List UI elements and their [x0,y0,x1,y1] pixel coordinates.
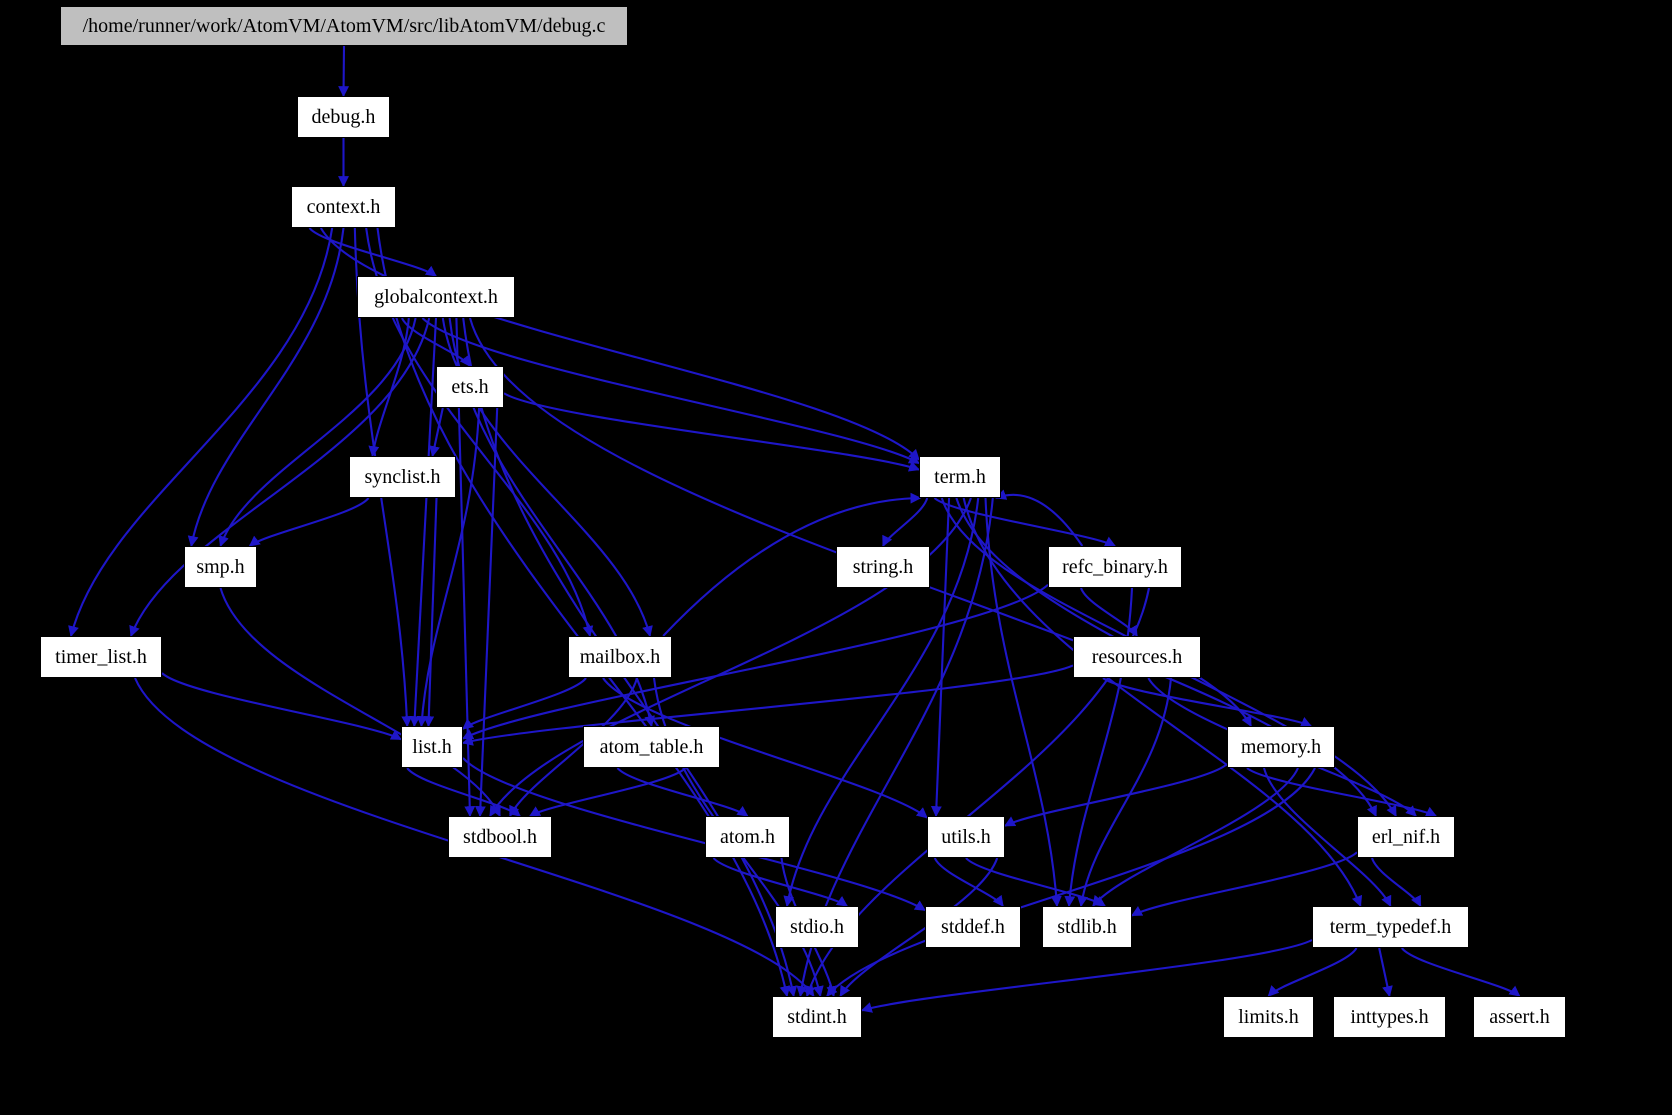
graph-edge-atom-h-to-stdio-h [712,857,848,907]
graph-edge-term-h-to-string-h [882,497,929,547]
graph-node-label: atom_table.h [599,736,704,758]
graph-node-label: stdint.h [787,1006,847,1028]
graph-node-label: erl_nif.h [1371,826,1441,848]
graph-node-stdlib-h[interactable]: stdlib.h [1042,906,1132,948]
graph-edge-ets-h-to-synclist-h [429,407,444,458]
graph-edge-context-h-to-globalcontext-h [308,227,437,277]
graph-node-context-h[interactable]: context.h [291,186,396,228]
graph-node-root[interactable]: /home/runner/work/AtomVM/AtomVM/src/libA… [60,6,628,46]
graph-node-label: mailbox.h [579,646,661,668]
graph-edge-globalcontext-h-to-synclist-h [368,317,410,458]
graph-edge-term-typedef-h-to-assert-h [1400,947,1521,997]
graph-node-synclist-h[interactable]: synclist.h [349,456,456,498]
graph-node-erl-nif-h[interactable]: erl_nif.h [1357,816,1455,858]
graph-node-string-h[interactable]: string.h [836,546,930,588]
graph-edge-context-h-to-term-h [319,227,920,461]
graph-edge-resources-h-to-stdlib-h [1077,677,1173,908]
graph-node-atom-table-h[interactable]: atom_table.h [583,726,720,768]
graph-edge-root-to-debug-h [338,45,350,98]
graph-node-label: term_typedef.h [1329,916,1452,938]
graph-node-label: stdlib.h [1057,916,1117,938]
graph-edge-context-h-to-stdint-h [376,227,791,998]
graph-node-label: smp.h [196,556,245,578]
graph-edge-resources-h-to-memory-h [1102,677,1312,728]
graph-node-label: refc_binary.h [1062,556,1168,578]
graph-node-label: /home/runner/work/AtomVM/AtomVM/src/libA… [82,15,606,37]
graph-node-label: limits.h [1238,1006,1299,1028]
graph-node-label: list.h [412,736,452,758]
graph-edge-list-h-to-stdbool-h [406,767,521,817]
graph-node-inttypes-h[interactable]: inttypes.h [1333,996,1446,1038]
graph-edge-memory-h-to-utils-h [1004,763,1228,827]
graph-node-assert-h[interactable]: assert.h [1473,996,1566,1038]
graph-edge-term-h-to-refc-binary-h [933,497,1116,547]
graph-node-label: string.h [852,556,914,578]
graph-node-smp-h[interactable]: smp.h [184,546,257,588]
graph-edge-utils-h-to-stdlib-h [965,857,1106,907]
graph-node-label: synclist.h [364,466,441,488]
graph-edge-memory-h-to-erl-nif-h [1246,767,1437,817]
graph-node-label: stdbool.h [463,826,537,848]
graph-node-label: atom.h [720,826,775,848]
graph-node-label: stdio.h [790,916,844,938]
graph-node-mailbox-h[interactable]: mailbox.h [568,636,672,678]
graph-node-label: memory.h [1240,736,1322,758]
graph-edge-refc-binary-h-to-list-h [462,583,1049,740]
graph-node-term-h[interactable]: term.h [919,456,1001,498]
graph-edge-erl-nif-h-to-term-typedef-h [1370,857,1422,907]
graph-node-label: context.h [306,196,381,218]
graph-edge-atom-table-h-to-atom-h [616,767,749,817]
graph-node-memory-h[interactable]: memory.h [1227,726,1335,768]
graph-edge-term-typedef-h-to-limits-h [1267,947,1358,997]
graph-edge-term-h-to-utils-h [930,497,951,818]
graph-node-globalcontext-h[interactable]: globalcontext.h [357,276,515,318]
graph-node-refc-binary-h[interactable]: refc_binary.h [1048,546,1182,588]
graph-node-term-typedef-h[interactable]: term_typedef.h [1312,906,1469,948]
graph-node-label: ets.h [451,376,489,398]
graph-edge-timer-list-h-to-list-h [161,672,402,741]
graph-edge-mailbox-h-to-list-h [462,677,587,730]
graph-edge-memory-h-to-stdlib-h [1092,767,1299,907]
graph-node-label: debug.h [311,106,376,128]
graph-edge-ets-h-to-stdbool-h [474,407,499,818]
graph-node-utils-h[interactable]: utils.h [927,816,1005,858]
graph-edge-context-h-to-smp-h [187,227,345,548]
graph-node-label: inttypes.h [1350,1006,1429,1028]
graph-node-label: globalcontext.h [374,286,498,308]
graph-edge-memory-h-to-stdint-h [826,767,1316,997]
graph-edge-synclist-h-to-list-h [423,497,438,728]
graph-edge-refc-binary-h-to-resources-h [1080,587,1138,637]
graph-edge-atom-table-h-to-stdbool-h [529,767,687,817]
graph-node-resources-h[interactable]: resources.h [1073,636,1201,678]
graph-node-stdio-h[interactable]: stdio.h [775,906,859,948]
graph-node-label: assert.h [1489,1006,1550,1028]
graph-edge-refc-binary-h-to-term-h [995,489,1084,547]
graph-node-timer-list-h[interactable]: timer_list.h [40,636,162,678]
graph-node-ets-h[interactable]: ets.h [436,366,504,408]
graph-node-stddef-h[interactable]: stddef.h [925,906,1021,948]
graph-node-atom-h[interactable]: atom.h [705,816,790,858]
graph-node-label: timer_list.h [55,646,147,668]
graph-edge-globalcontext-h-to-smp-h [218,317,417,548]
graph-edge-smp-h-to-stdbool-h [219,587,501,817]
graph-node-label: stddef.h [941,916,1005,938]
graph-node-label: utils.h [941,826,991,848]
graph-node-stdbool-h[interactable]: stdbool.h [448,816,552,858]
graph-edge-term-h-to-memory-h [940,497,1252,727]
graph-node-debug-h[interactable]: debug.h [297,96,390,138]
graph-edge-ets-h-to-term-h [503,392,921,472]
graph-edge-term-typedef-h-to-inttypes-h [1378,947,1393,998]
graph-edge-synclist-h-to-smp-h [248,497,370,547]
graph-edge-utils-h-to-stddef-h [933,857,1004,907]
graph-node-limits-h[interactable]: limits.h [1223,996,1314,1038]
graph-edge-globalcontext-h-to-ets-h [401,317,471,367]
graph-edge-globalcontext-h-to-list-h [409,317,438,728]
graph-edge-resources-h-to-list-h [461,664,1074,746]
dependency-graph-canvas: /home/runner/work/AtomVM/AtomVM/src/libA… [0,0,1672,1115]
graph-node-label: resources.h [1091,646,1183,668]
graph-node-label: term.h [934,466,986,488]
graph-node-stdint-h[interactable]: stdint.h [772,996,862,1038]
graph-node-list-h[interactable]: list.h [401,726,463,768]
